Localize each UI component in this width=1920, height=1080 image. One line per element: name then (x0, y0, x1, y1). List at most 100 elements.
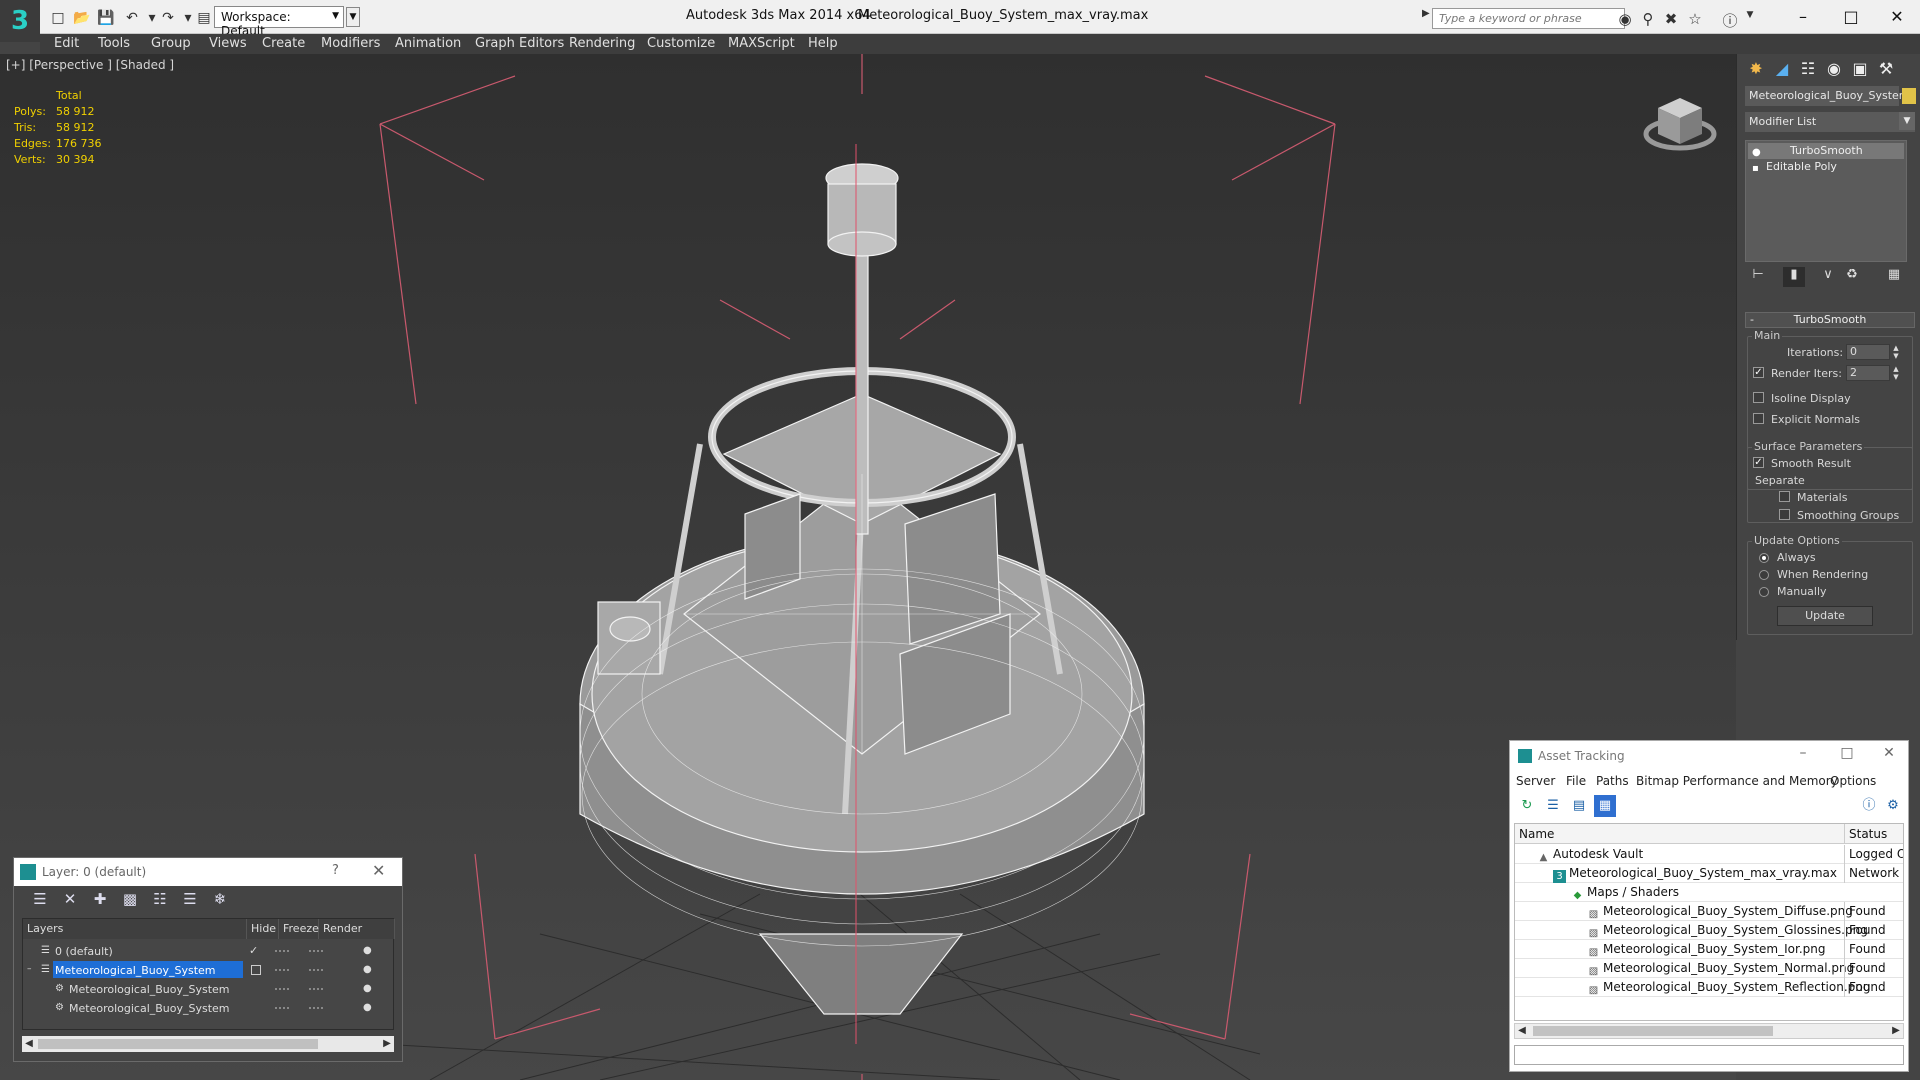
menu-create[interactable]: Create (262, 36, 305, 51)
pin-stack-icon[interactable]: ⊢ (1747, 267, 1769, 287)
hide-toggle[interactable] (275, 950, 289, 952)
spinner-arrows-icon[interactable]: ▲ ▼ (1891, 365, 1901, 381)
asset-row[interactable]: ▧ Meteorological_Buoy_System_Reflection.p… (1515, 978, 1903, 997)
layer-horizontal-scrollbar[interactable]: ◀ ▶ (22, 1036, 394, 1052)
hide-all-layers-icon[interactable]: ☰ (178, 890, 202, 914)
utilities-tab-icon[interactable]: ⚒ (1875, 58, 1897, 80)
materials-checkbox[interactable] (1779, 491, 1790, 502)
menu-customize[interactable]: Customize (647, 36, 715, 51)
viewcube-icon[interactable] (1640, 84, 1720, 164)
remove-modifier-icon[interactable]: ♻ (1841, 267, 1863, 287)
active-layer-check-icon[interactable]: ✓ (249, 941, 258, 960)
menu-maxscript[interactable]: MAXScript (728, 36, 795, 51)
always-radio[interactable] (1759, 553, 1769, 563)
menu-views[interactable]: Views (209, 36, 247, 51)
save-icon[interactable]: 💾 (96, 8, 116, 28)
maximize-button[interactable]: □ (1832, 745, 1862, 761)
highlight-layer-icon[interactable]: ☷ (148, 890, 172, 914)
refresh-icon[interactable]: ↻ (1516, 795, 1538, 817)
redo-icon[interactable]: ↷ (158, 8, 178, 28)
motion-tab-icon[interactable]: ◉ (1823, 58, 1845, 80)
help-icon[interactable]: ⓘ (1720, 10, 1740, 31)
stack-item-turbosmooth[interactable]: ● TurboSmooth (1748, 143, 1904, 159)
scroll-left-icon[interactable]: ◀ (22, 1036, 36, 1052)
detail-view-icon[interactable]: ▤ (1568, 795, 1590, 817)
help-dropdown-icon[interactable]: ▼ (1740, 10, 1760, 20)
column-header-render[interactable]: Render (319, 919, 395, 939)
asset-row[interactable]: ▧ Meteorological_Buoy_System_Normal.png F… (1515, 959, 1903, 978)
app-menu-button[interactable]: 3 (0, 0, 40, 42)
render-teapot-icon[interactable]: ● (363, 979, 372, 998)
search-input[interactable]: Type a keyword or phrase (1432, 8, 1625, 29)
minimize-button[interactable]: – (1780, 4, 1826, 30)
asset-row[interactable]: ▧ Meteorological_Buoy_System_Glossines.pn… (1515, 921, 1903, 940)
asset-row[interactable]: ▲Autodesk Vault Logged Out (1515, 845, 1903, 864)
communication-center-icon[interactable]: ⚲ (1638, 10, 1658, 28)
column-header-freeze[interactable]: Freeze (279, 919, 319, 939)
asset-dialog-titlebar[interactable]: Asset Tracking – □ ✕ (1510, 741, 1908, 771)
settings-icon[interactable]: ⚙ (1882, 795, 1904, 817)
update-button[interactable]: Update (1777, 606, 1873, 626)
hide-toggle[interactable] (275, 988, 289, 990)
delete-layer-icon[interactable]: ✕ (58, 890, 82, 914)
column-header-layers[interactable]: Layers (23, 919, 247, 939)
create-layer-icon[interactable]: ☰ (28, 890, 52, 914)
menu-paths[interactable]: Paths (1596, 774, 1629, 788)
asset-row[interactable]: ▧ Meteorological_Buoy_System_Diffuse.png … (1515, 902, 1903, 921)
menu-edit[interactable]: Edit (54, 36, 79, 51)
customize-quick-access-icon[interactable]: ▼ (346, 7, 360, 27)
binoculars-icon[interactable]: ◉ (1615, 10, 1635, 28)
smooth-result-checkbox[interactable]: ✓ (1753, 457, 1764, 468)
create-tab-icon[interactable]: ✸ (1745, 58, 1767, 80)
asset-row[interactable]: ◆ Maps / Shaders (1515, 883, 1903, 902)
menu-help[interactable]: Help (808, 36, 838, 51)
object-color-swatch[interactable] (1902, 88, 1916, 104)
exchange-icon[interactable]: ✖ (1661, 10, 1681, 28)
set-active-layer-box[interactable] (251, 965, 261, 975)
undo-icon[interactable]: ↶ (122, 8, 142, 28)
menu-graph-editors[interactable]: Graph Editors (475, 36, 564, 51)
favorites-star-icon[interactable]: ☆ (1685, 10, 1705, 28)
layer-dialog-titlebar[interactable]: Layer: 0 (default) ? ✕ (14, 858, 402, 886)
help-button[interactable]: ? (332, 863, 339, 878)
menu-modifiers[interactable]: Modifiers (321, 36, 380, 51)
menu-server[interactable]: Server (1516, 774, 1555, 788)
project-folder-icon[interactable]: ▤ (194, 8, 214, 28)
layer-row[interactable]: ⚙ Meteorological_Buoy_System ● (23, 998, 393, 1017)
layer-row[interactable]: ⚙ Meteorological_Buoy_System ● (23, 979, 393, 998)
asset-horizontal-scrollbar[interactable]: ◀ ▶ (1514, 1023, 1904, 1039)
freeze-toggle[interactable] (309, 950, 323, 952)
turbosmooth-rollout-header[interactable]: - TurboSmooth (1745, 312, 1915, 328)
show-end-result-icon[interactable]: ▮ (1783, 267, 1805, 287)
table-view-icon[interactable]: ▦ (1594, 795, 1616, 817)
manually-radio[interactable] (1759, 587, 1769, 597)
isoline-display-checkbox[interactable] (1753, 392, 1764, 403)
minimize-button[interactable]: – (1788, 745, 1818, 761)
hide-toggle[interactable] (275, 969, 289, 971)
maximize-button[interactable]: □ (1828, 4, 1874, 30)
close-button[interactable]: ✕ (1874, 4, 1920, 30)
scroll-left-icon[interactable]: ◀ (1515, 1024, 1529, 1038)
stack-item-editable-poly[interactable]: ▪ Editable Poly (1748, 159, 1904, 175)
object-name-field[interactable]: Meteorological_Buoy_System (1745, 86, 1910, 106)
modify-tab-icon[interactable]: ◢ (1771, 58, 1793, 80)
menu-tools[interactable]: Tools (98, 36, 130, 51)
asset-row[interactable]: ▧ Meteorological_Buoy_System_Ior.png Foun… (1515, 940, 1903, 959)
render-teapot-icon[interactable]: ● (363, 941, 372, 960)
menu-group[interactable]: Group (151, 36, 191, 51)
smoothing-groups-checkbox[interactable] (1779, 509, 1790, 520)
menu-file[interactable]: File (1566, 774, 1586, 788)
render-teapot-icon[interactable]: ● (363, 998, 372, 1017)
display-tab-icon[interactable]: ▣ (1849, 58, 1871, 80)
expand-plus-icon[interactable]: ▪ (1752, 161, 1759, 177)
scroll-thumb[interactable] (1533, 1026, 1773, 1036)
explicit-normals-checkbox[interactable] (1753, 413, 1764, 424)
menu-animation[interactable]: Animation (395, 36, 461, 51)
menu-bitmap-performance[interactable]: Bitmap Performance and Memory (1636, 774, 1838, 788)
freeze-all-layers-icon[interactable]: ❄ (208, 890, 232, 914)
close-button[interactable]: ✕ (1874, 745, 1904, 761)
asset-row[interactable]: 3 Meteorological_Buoy_System_max_vray.max… (1515, 864, 1903, 883)
configure-modifier-sets-icon[interactable]: ▦ (1883, 267, 1905, 287)
freeze-toggle[interactable] (309, 988, 323, 990)
menu-rendering[interactable]: Rendering (569, 36, 635, 51)
